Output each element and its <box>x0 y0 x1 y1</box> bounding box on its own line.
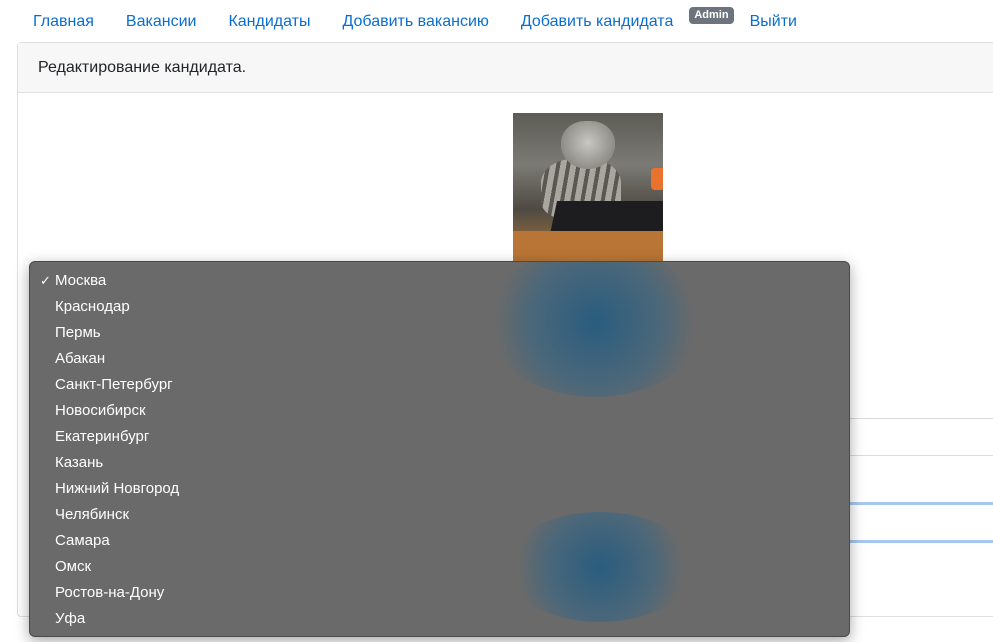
city-option-label: Новосибирск <box>55 402 146 419</box>
city-option[interactable]: ✓ Москва <box>30 268 849 294</box>
city-option[interactable]: Санкт-Петербург <box>30 372 849 398</box>
city-option[interactable]: Ростов-на-Дону <box>30 580 849 606</box>
city-option[interactable]: Екатеринбург <box>30 424 849 450</box>
city-option-label: Пермь <box>55 324 101 341</box>
city-option-label: Ростов-на-Дону <box>55 584 165 601</box>
nav-vacancies-link[interactable]: Вакансии <box>110 13 213 31</box>
user-role-badge: Admin <box>689 6 734 24</box>
top-navbar: Главная Вакансии Кандидаты Добавить вака… <box>0 0 993 42</box>
nav-add-candidate-link[interactable]: Добавить кандидата <box>505 13 689 31</box>
city-option[interactable]: Абакан <box>30 346 849 372</box>
focused-field-border <box>832 540 993 543</box>
photo-cat-head <box>561 121 615 169</box>
city-option[interactable]: Краснодар <box>30 294 849 320</box>
city-option-label: Москва <box>55 272 107 289</box>
city-option[interactable]: Уфа <box>30 606 849 632</box>
city-option[interactable]: Омск <box>30 554 849 580</box>
city-option-label: Омск <box>55 558 92 575</box>
city-option[interactable]: Казань <box>30 450 849 476</box>
city-option-label: Екатеринбург <box>55 428 150 445</box>
photo-table <box>513 231 663 261</box>
nav-home-link[interactable]: Главная <box>17 13 110 31</box>
city-option-label: Челябинск <box>55 506 130 523</box>
city-option-label: Санкт-Петербург <box>55 376 173 393</box>
card-header-title: Редактирование кандидата. <box>18 43 993 93</box>
city-options-list: ✓ Москва Краснодар Пермь Абакан Санкт-Петербу… <box>30 268 849 632</box>
city-option-label: Уфа <box>55 610 86 627</box>
city-option[interactable]: Самара <box>30 528 849 554</box>
nav-add-vacancy-link[interactable]: Добавить вакансию <box>326 13 504 31</box>
city-option-label: Самара <box>55 532 110 549</box>
city-option[interactable]: Нижний Новгород <box>30 476 849 502</box>
form-field-border <box>832 455 993 456</box>
city-option-label: Краснодар <box>55 298 130 315</box>
city-option-label: Абакан <box>55 350 106 367</box>
form-field-border <box>832 418 993 419</box>
checkmark-icon: ✓ <box>40 273 51 288</box>
candidate-photo <box>513 113 663 261</box>
city-option[interactable]: Челябинск <box>30 502 849 528</box>
city-option-label: Казань <box>55 454 104 471</box>
nav-candidates-link[interactable]: Кандидаты <box>212 13 326 31</box>
city-option[interactable]: Новосибирск <box>30 398 849 424</box>
nav-logout-link[interactable]: Выйти <box>734 13 813 31</box>
city-option-label: Нижний Новгород <box>55 480 180 497</box>
focused-field-border <box>832 502 993 505</box>
photo-orange-object <box>651 168 663 190</box>
city-select-dropdown[interactable]: ✓ Москва Краснодар Пермь Абакан Санкт-Петербу… <box>29 261 850 637</box>
city-option[interactable]: Пермь <box>30 320 849 346</box>
